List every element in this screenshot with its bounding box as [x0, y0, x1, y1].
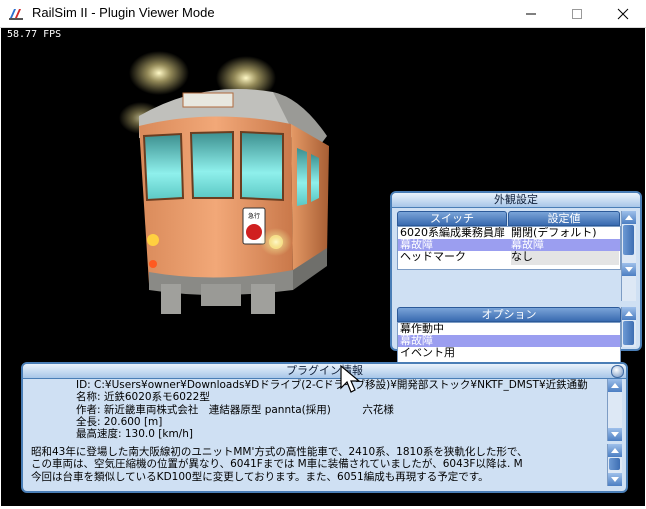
plugin-length: 全長: 20.600 [m]	[76, 415, 163, 428]
render-viewport[interactable]: 58.77 FPS 急行 外観設定 スイッチ 設定値 6020系編成乗務員扉 開…	[1, 28, 645, 506]
window-title: RailSim II - Plugin Viewer Mode	[32, 5, 215, 20]
description-scrollbar[interactable]	[607, 444, 622, 486]
arrow-up-icon	[625, 311, 633, 316]
arrow-down-icon	[611, 477, 619, 482]
arrow-down-icon	[611, 432, 619, 437]
option-label: 幕作動中	[400, 323, 444, 335]
option-row[interactable]: イベント用	[398, 347, 620, 359]
arrow-down-icon	[625, 267, 633, 272]
scroll-up-button[interactable]	[622, 307, 636, 320]
arrow-up-icon	[625, 215, 633, 220]
switch-row[interactable]: 6020系編成乗務員扉 開閉(デフォルト)	[398, 227, 620, 239]
option-list-scrollbar[interactable]	[621, 307, 636, 347]
switch-value: 幕故障	[511, 239, 544, 251]
switch-name: 6020系編成乗務員扉	[400, 227, 505, 239]
arrow-up-icon	[611, 383, 619, 388]
scroll-down-button[interactable]	[608, 473, 622, 486]
scroll-thumb[interactable]	[609, 458, 620, 470]
exterior-settings-panel: 外観設定 スイッチ 設定値 6020系編成乗務員扉 開閉(デフォルト) 幕故障 …	[390, 191, 642, 363]
maximize-icon	[572, 9, 582, 19]
option-row-selected[interactable]: 幕故障	[398, 335, 620, 347]
switch-value: 開閉(デフォルト)	[511, 227, 597, 239]
close-icon	[617, 8, 629, 20]
switch-row-selected[interactable]: 幕故障 幕故障	[398, 239, 620, 251]
option-header[interactable]: オプション	[397, 307, 621, 322]
svg-text:急行: 急行	[248, 212, 260, 220]
option-label: イベント用	[400, 347, 455, 359]
switch-name: 幕故障	[400, 239, 433, 251]
title-bar: RailSim II - Plugin Viewer Mode	[0, 0, 646, 28]
value-column-header[interactable]: 設定値	[508, 211, 620, 226]
railsim-icon	[8, 6, 24, 21]
plugin-description: 昭和43年に登場した南大阪線初のユニットMM'方式の高性能車で、2410系、18…	[31, 446, 601, 486]
minimize-icon	[526, 13, 536, 15]
option-label: 幕故障	[400, 335, 433, 347]
plugin-max-speed: 最高速度: 130.0 [km/h]	[76, 428, 193, 441]
scroll-thumb[interactable]	[623, 321, 634, 345]
plugin-info-panel: プラグイン情報 ID: C:¥Users¥owner¥Downloads¥Dドラ…	[21, 362, 628, 493]
meta-scrollbar[interactable]	[607, 379, 622, 441]
mouse-cursor-icon	[340, 364, 361, 393]
minimize-button[interactable]	[508, 0, 554, 27]
switch-column-header[interactable]: スイッチ	[397, 211, 507, 226]
option-list: 幕作動中 幕故障 イベント用	[397, 322, 621, 363]
scroll-up-button[interactable]	[622, 211, 636, 224]
maximize-button[interactable]	[554, 0, 600, 27]
close-icon[interactable]	[611, 365, 624, 378]
scroll-up-button[interactable]	[608, 379, 622, 392]
option-row[interactable]: 幕作動中	[398, 323, 620, 335]
switch-name: ヘッドマーク	[400, 251, 466, 263]
scroll-up-button[interactable]	[608, 444, 622, 457]
plugin-author: 作者: 新近畿車両株式会社 連結器原型 pannta(採用) 六花様	[76, 403, 394, 416]
switch-list: 6020系編成乗務員扉 開閉(デフォルト) 幕故障 幕故障 ヘッドマーク なし	[397, 226, 621, 270]
scroll-down-button[interactable]	[608, 428, 622, 441]
plugin-info-title: プラグイン情報	[23, 364, 626, 379]
switch-row[interactable]: ヘッドマーク なし	[398, 251, 620, 265]
description-line: この車両は、空気圧縮機の位置が異なり、6041Fまでは M車に装備されていました…	[31, 458, 523, 471]
switch-list-scrollbar[interactable]	[621, 211, 636, 301]
exterior-settings-title: 外観設定	[392, 193, 640, 208]
close-button[interactable]	[600, 0, 646, 27]
description-line: 今回は台車を類似しているKD100型に変更しております。また、6051編成も再現…	[31, 470, 489, 483]
description-line: 昭和43年に登場した南大阪線初のユニットMM'方式の高性能車で、2410系、18…	[31, 446, 528, 458]
scroll-thumb[interactable]	[623, 225, 634, 255]
arrow-up-icon	[611, 448, 619, 453]
scroll-down-button[interactable]	[622, 263, 636, 276]
switch-value: なし	[511, 251, 619, 265]
